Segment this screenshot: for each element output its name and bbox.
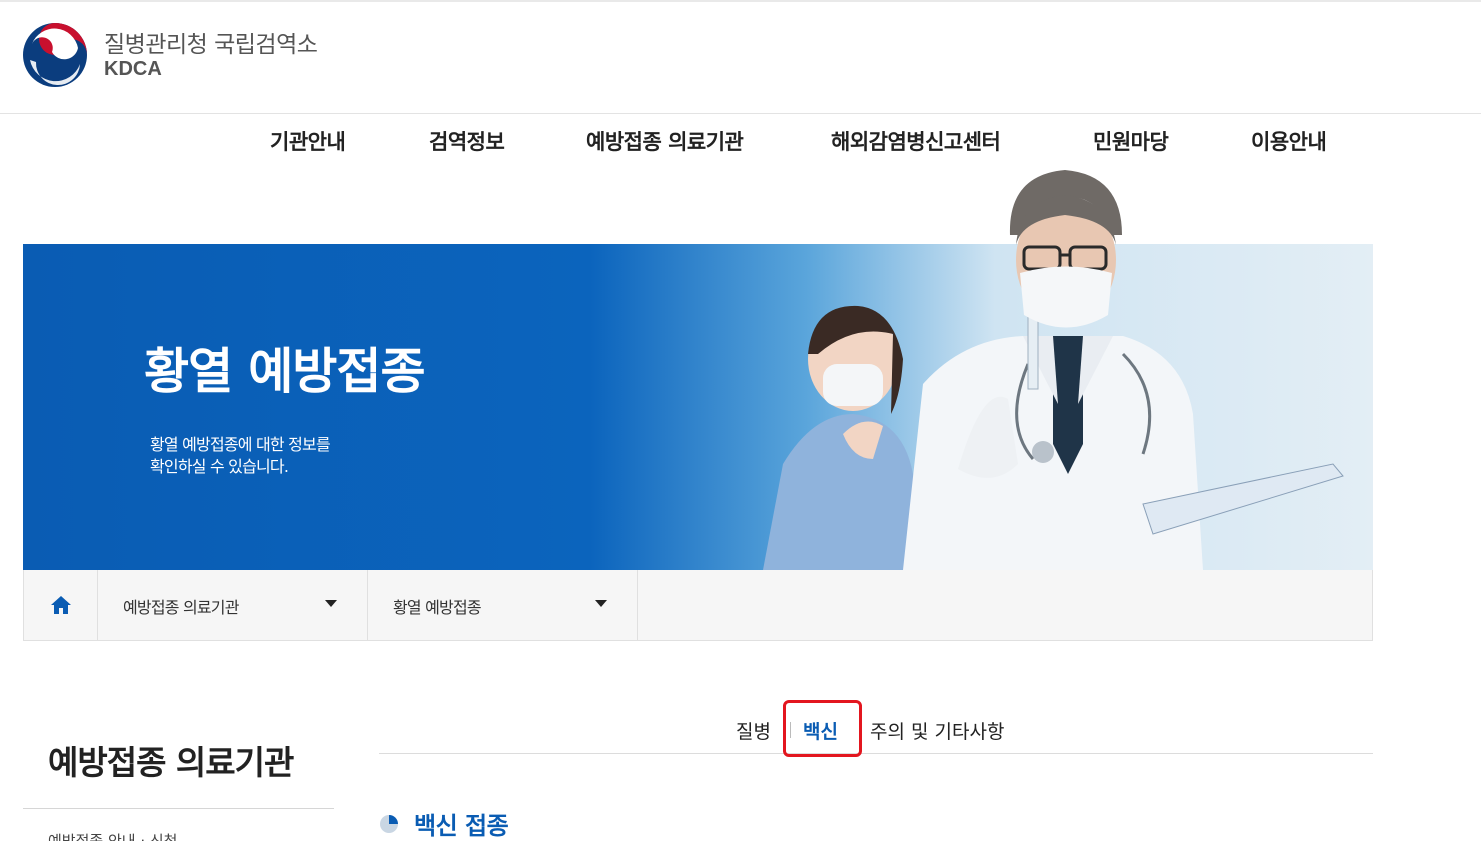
breadcrumb-level1-label: 예방접종 의료기관	[123, 598, 239, 617]
home-icon	[50, 596, 71, 614]
pie-bullet-icon	[380, 815, 398, 833]
breadcrumb: 예방접종 의료기관 황열 예방접종	[23, 570, 1373, 641]
org-name-kr: 질병관리청 국립검역소	[104, 32, 318, 58]
top-border	[0, 0, 1481, 2]
chevron-down-icon	[595, 600, 607, 607]
kdca-logo[interactable]: 질병관리청 국립검역소 KDCA	[22, 22, 352, 92]
content-tabs: 질병 백신 주의 및 기타사항	[379, 700, 1373, 757]
tab-disease[interactable]: 질병	[736, 717, 771, 744]
breadcrumb-home[interactable]	[24, 570, 98, 640]
nav-item-civil-service[interactable]: 민원마당	[1093, 126, 1169, 156]
banner-desc-line1: 황열 예방접종에 대한 정보를	[150, 435, 331, 454]
section-heading-text: 백신 접종	[414, 812, 509, 840]
banner-description: 황열 예방접종에 대한 정보를 확인하실 수 있습니다.	[150, 434, 331, 478]
nav-item-about[interactable]: 기관안내	[270, 126, 346, 156]
active-tab-highlight-box	[783, 700, 862, 757]
banner-desc-line2: 확인하실 수 있습니다.	[150, 457, 289, 476]
sidebar-title: 예방접종 의료기관	[48, 743, 294, 782]
header-divider	[0, 113, 1481, 114]
hero-banner: 황열 예방접종 황열 예방접종에 대한 정보를 확인하실 수 있습니다.	[23, 244, 1373, 570]
breadcrumb-select-level2[interactable]: 황열 예방접종	[368, 570, 638, 640]
sidebar-item-first[interactable]: 예방접종 안내 ‧ 신청	[48, 830, 177, 841]
main-navigation: 기관안내 검역정보 예방접종 의료기관 해외감염병신고센터 민원마당 이용안내	[0, 126, 1481, 160]
patient-figure	[763, 305, 923, 570]
nav-item-overseas-report[interactable]: 해외감염병신고센터	[831, 126, 1001, 156]
doctor-head-illustration	[1009, 170, 1122, 328]
chevron-down-icon	[325, 600, 337, 607]
sidebar-divider	[23, 808, 334, 809]
breadcrumb-level2-label: 황열 예방접종	[393, 598, 482, 617]
breadcrumb-select-level1[interactable]: 예방접종 의료기관	[98, 570, 368, 640]
banner-title: 황열 예방접종	[144, 343, 426, 400]
nav-item-vaccination-clinic[interactable]: 예방접종 의료기관	[586, 126, 744, 156]
org-name-en: KDCA	[104, 58, 162, 80]
banner-illustration	[763, 289, 1344, 570]
taegeuk-logo-icon	[23, 23, 87, 87]
tab-precautions[interactable]: 주의 및 기타사항	[870, 717, 1004, 744]
nav-item-quarantine-info[interactable]: 검역정보	[429, 126, 505, 156]
nav-item-usage-guide[interactable]: 이용안내	[1251, 126, 1327, 156]
